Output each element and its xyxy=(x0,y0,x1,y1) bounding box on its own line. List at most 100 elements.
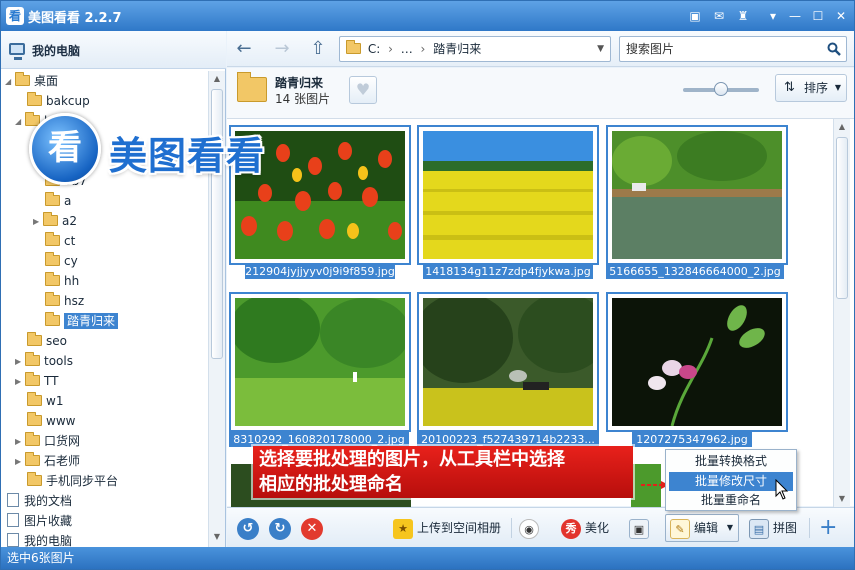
tree-item[interactable]: ▶ 石老师 xyxy=(15,451,80,471)
collage-icon: ▤ xyxy=(749,518,769,539)
scroll-down-icon[interactable]: ▼ xyxy=(209,529,225,545)
thumbnail-card[interactable] xyxy=(606,125,788,265)
rotate-right-icon[interactable]: ↻ xyxy=(269,518,291,540)
menu-item-batch-convert[interactable]: 批量转换格式 xyxy=(669,452,793,471)
scroll-up-icon[interactable]: ▲ xyxy=(834,119,850,135)
chat-icon[interactable]: ▣ xyxy=(686,7,704,25)
expand-arrow-icon[interactable]: ▶ xyxy=(33,212,43,232)
computer-icon xyxy=(7,533,19,547)
tree-item[interactable]: hh xyxy=(45,271,79,291)
menu-icon[interactable]: ▾ xyxy=(764,7,782,25)
tree-item[interactable]: ct xyxy=(45,231,75,251)
toolbar-separator xyxy=(809,518,810,538)
collapse-arrow-icon[interactable]: ◢ xyxy=(5,72,15,92)
title-bar[interactable]: 看 美图看看 2.2.7 ▣ ✉ ♜ ▾ — ☐ ✕ xyxy=(1,1,854,31)
back-arrow-icon[interactable]: ← xyxy=(233,38,255,60)
valley-train-photo xyxy=(423,298,593,426)
thumbnail-card[interactable] xyxy=(417,125,599,265)
address-separator: › xyxy=(420,42,426,56)
beautify-button[interactable]: 秀美化 xyxy=(561,514,609,542)
brand-logo-icon: 看 xyxy=(29,113,101,185)
thumbnail-card[interactable] xyxy=(229,292,411,432)
add-button[interactable]: + xyxy=(819,514,837,542)
tree-header[interactable]: 我的电脑 xyxy=(1,31,226,69)
folder-icon xyxy=(346,40,361,54)
delete-icon[interactable]: ✕ xyxy=(301,518,323,540)
up-folder-icon[interactable]: ⇧ xyxy=(307,38,329,60)
close-button[interactable]: ✕ xyxy=(832,7,850,25)
tree-item-favorites[interactable]: 图片收藏 xyxy=(7,511,72,531)
folder-icon xyxy=(237,72,267,102)
tree-item[interactable]: seo xyxy=(27,331,67,351)
edit-dropdown-button[interactable]: ✎ 编辑 ▼ xyxy=(665,514,739,542)
search-input[interactable]: 搜索图片 xyxy=(619,36,847,62)
folder-info-bar: 踏青归来 14 张图片 ♥ ⇅ 排序 ▼ xyxy=(227,68,854,118)
tree-item-documents[interactable]: 我的文档 xyxy=(7,491,72,511)
thumbnail-caption[interactable]: 5166655_132846664000_2.jpg xyxy=(606,264,784,279)
tree-item-desktop[interactable]: ◢ 桌面 xyxy=(5,71,58,91)
expand-arrow-icon[interactable]: ▶ xyxy=(15,452,25,472)
folder-icon xyxy=(27,92,42,106)
gallery-scrollbar[interactable]: ▲ ▼ xyxy=(833,119,850,507)
zoom-slider-knob[interactable] xyxy=(714,82,728,96)
tree-item[interactable]: ▶ TT xyxy=(15,371,58,391)
tree-item[interactable]: a xyxy=(45,191,71,211)
tree-item[interactable]: ▶ tools xyxy=(15,351,73,371)
collapse-arrow-icon[interactable]: ◢ xyxy=(15,112,25,132)
scroll-up-icon[interactable]: ▲ xyxy=(209,71,225,87)
address-ellipsis[interactable]: … xyxy=(401,42,413,56)
upload-album-button[interactable]: ★ 上传到空间相册 xyxy=(393,514,501,542)
folder-icon xyxy=(25,352,40,366)
green-meadow-photo xyxy=(235,298,405,426)
expand-arrow-icon[interactable]: ▶ xyxy=(15,352,25,372)
favorite-heart-icon[interactable]: ♥ xyxy=(349,76,377,104)
tree-item[interactable]: hsz xyxy=(45,291,84,311)
thumbnail-caption[interactable]: 1418134g11z7zdp4fjykwa.jpg xyxy=(423,264,593,279)
rotate-left-icon[interactable]: ↺ xyxy=(237,518,259,540)
slideshow-button[interactable]: ▣ xyxy=(629,514,653,542)
tree-item[interactable]: 手机同步平台 xyxy=(27,471,118,491)
search-icon[interactable] xyxy=(827,42,841,56)
status-text: 选中6张图片 xyxy=(7,551,75,565)
scroll-down-icon[interactable]: ▼ xyxy=(834,491,850,507)
tree-item[interactable]: w1 xyxy=(27,391,63,411)
address-folder[interactable]: 踏青归来 xyxy=(433,42,481,56)
skin-icon[interactable]: ♜ xyxy=(734,7,752,25)
thumbnail-caption[interactable]: 8310292_160820178000_2.jpg xyxy=(229,432,409,447)
navigation-bar: ← → ⇧ C: › … › 踏青归来 ▼ 搜索图片 xyxy=(227,31,854,67)
collage-button[interactable]: ▤ 拼图 xyxy=(749,514,797,542)
weibo-share-button[interactable]: ◉ xyxy=(519,514,543,542)
thumbnail-card[interactable] xyxy=(417,292,599,432)
thumbnail-card[interactable] xyxy=(606,292,788,432)
expand-arrow-icon[interactable]: ▶ xyxy=(15,432,25,452)
zoom-slider[interactable] xyxy=(683,82,759,96)
expand-arrow-icon[interactable]: ▶ xyxy=(15,372,25,392)
mail-icon[interactable]: ✉ xyxy=(710,7,728,25)
tree-item[interactable]: ▶ 口货网 xyxy=(15,431,80,451)
mouse-cursor-icon xyxy=(775,479,789,500)
address-bar[interactable]: C: › … › 踏青归来 ▼ xyxy=(339,36,611,62)
forward-arrow-icon[interactable]: → xyxy=(271,38,293,60)
image-count: 14 张图片 xyxy=(275,92,331,106)
meitu-beautify-icon: 秀 xyxy=(561,518,581,539)
tree-item[interactable]: cy xyxy=(45,251,78,271)
tree-item-selected[interactable]: 踏青归来 xyxy=(45,311,119,331)
tree-item-computer[interactable]: 我的电脑 xyxy=(7,531,72,547)
maximize-button[interactable]: ☐ xyxy=(809,7,827,25)
chevron-down-icon[interactable]: ▼ xyxy=(597,37,604,61)
pencil-edit-icon: ✎ xyxy=(670,518,690,539)
sort-button[interactable]: ⇅ 排序 ▼ xyxy=(775,74,847,102)
address-drive[interactable]: C: xyxy=(368,42,380,56)
tree-item[interactable]: www xyxy=(27,411,75,431)
folder-icon xyxy=(27,472,42,486)
thumbnail-caption[interactable]: 1207275347962.jpg xyxy=(632,432,752,447)
app-logo-icon: 看 xyxy=(6,7,24,25)
scroll-thumb[interactable] xyxy=(836,137,848,299)
tree-item[interactable]: ▶ a2 xyxy=(33,211,77,231)
thumbnail-caption[interactable]: 20100223_f527439714b2233... xyxy=(417,432,599,447)
minimize-button[interactable]: — xyxy=(786,7,804,25)
folder-icon xyxy=(45,192,60,206)
weibo-icon: ◉ xyxy=(519,518,539,539)
tree-item[interactable]: bakcup xyxy=(27,91,90,111)
thumbnail-caption[interactable]: 212904jyjjyyv0j9i9f859.jpg xyxy=(245,264,395,279)
